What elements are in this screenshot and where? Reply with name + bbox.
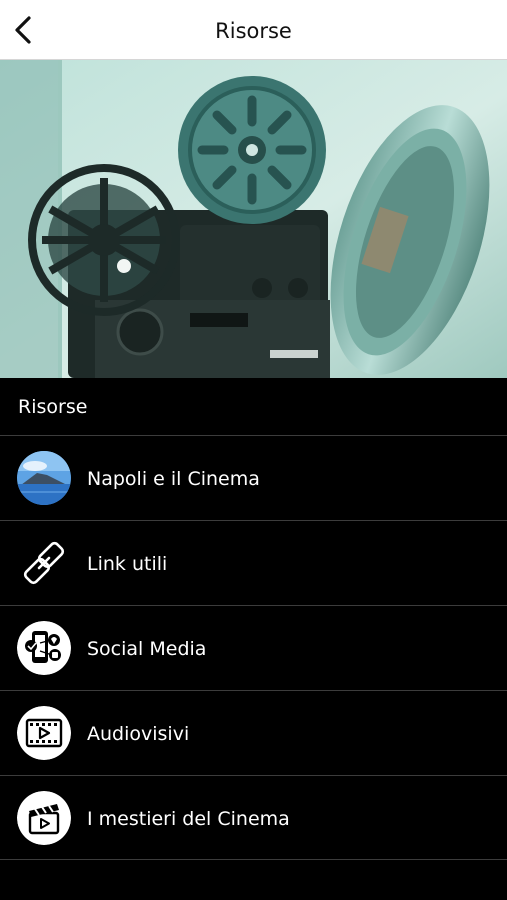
resources-list: Napoli e il Cinema Link utili Social Med… (0, 435, 507, 860)
section-title: Risorse (18, 396, 88, 418)
hero-image-projector (0, 60, 507, 378)
back-button[interactable] (6, 12, 42, 48)
list-item-mestieri-cinema[interactable]: I mestieri del Cinema (0, 775, 507, 860)
page-title: Risorse (215, 19, 292, 43)
film-strip-play-icon (17, 706, 71, 760)
list-item-label: Napoli e il Cinema (87, 468, 260, 490)
list-item-audiovisivi[interactable]: Audiovisivi (0, 690, 507, 775)
chain-link-icon (17, 536, 71, 590)
list-item-label: Audiovisivi (87, 723, 190, 745)
list-item-label: Social Media (87, 638, 207, 660)
clapperboard-icon (17, 791, 71, 845)
list-item-link-utili[interactable]: Link utili (0, 520, 507, 605)
list-item-napoli-cinema[interactable]: Napoli e il Cinema (0, 435, 507, 520)
bottom-bar-area (0, 862, 507, 900)
list-item-label: I mestieri del Cinema (87, 808, 290, 830)
top-app-bar: Risorse (0, 0, 507, 60)
social-media-phone-icon (17, 621, 71, 675)
vesuvius-photo-icon (17, 451, 71, 505)
chevron-left-icon (15, 16, 31, 44)
list-item-social-media[interactable]: Social Media (0, 605, 507, 690)
list-item-label: Link utili (87, 553, 168, 575)
